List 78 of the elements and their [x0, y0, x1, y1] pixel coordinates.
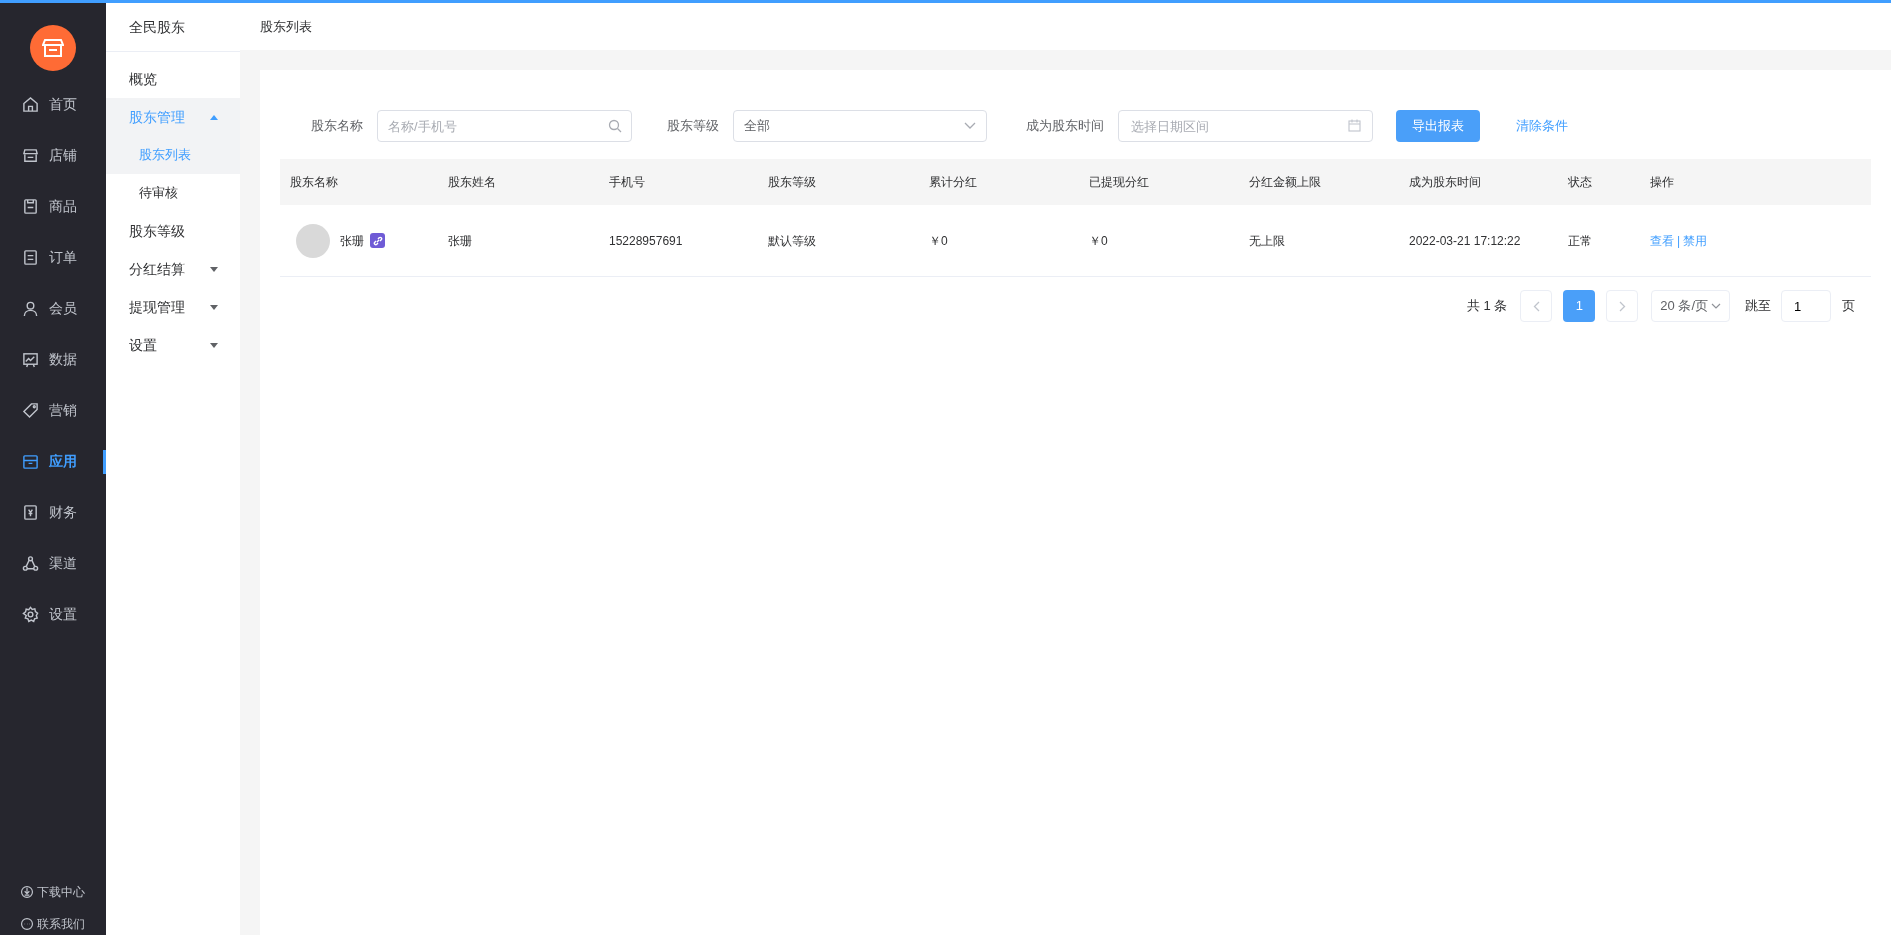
nav-item[interactable]: 商品 [0, 181, 106, 232]
table-cell-text: ￥0 [928, 232, 949, 250]
table-cell-text: 2022-03-21 17:12:22 [1408, 232, 1522, 250]
footer-link[interactable]: 下载中心 [0, 883, 106, 901]
jump-label: 跳至 [1745, 297, 1771, 316]
column-header: 操作 [1649, 174, 1675, 191]
column-header: 股东等级 [767, 174, 817, 191]
column-header: 股东姓名 [447, 174, 497, 191]
currency-icon [22, 504, 39, 521]
submenu-item[interactable]: 股东等级 [106, 212, 240, 250]
link-badge-icon [370, 233, 385, 248]
calendar-icon [1348, 119, 1361, 132]
column-header: 成为股东时间 [1408, 174, 1482, 191]
chevron-right-icon [1618, 300, 1626, 312]
chevron-down-icon [1711, 303, 1721, 309]
chevron-left-icon [1532, 300, 1540, 312]
chart-icon [22, 351, 39, 368]
shop-icon [22, 147, 39, 164]
table-cell-text: ￥0 [1088, 232, 1109, 250]
page-size-select[interactable]: 20 条/页 [1651, 290, 1730, 322]
caret-down-icon [210, 304, 218, 310]
caret-down-icon [210, 342, 218, 348]
chevron-down-icon [964, 122, 976, 130]
settings-icon [22, 606, 39, 623]
nav-item[interactable]: 营销 [0, 385, 106, 436]
previous-page-button[interactable] [1520, 290, 1553, 322]
next-page-button[interactable] [1606, 290, 1639, 322]
nav-item[interactable]: 应用 [0, 436, 106, 487]
member-name: 张珊 [340, 232, 364, 250]
page-unit: 页 [1842, 297, 1855, 316]
total-count: 共 1 条 [1466, 297, 1508, 316]
page-title: 股东列表 [260, 17, 312, 36]
column-header: 状态 [1567, 174, 1593, 191]
nav-item[interactable]: 首页 [0, 79, 106, 130]
nav-item[interactable]: 订单 [0, 232, 106, 283]
filter-label: 股东等级 [667, 117, 719, 136]
search-icon [608, 119, 622, 133]
nav-item[interactable]: 渠道 [0, 538, 106, 589]
avatar [296, 223, 330, 258]
user-icon [22, 300, 39, 317]
action-separator: | [1677, 232, 1681, 250]
column-header: 分红金额上限 [1248, 174, 1322, 191]
page-jump-field[interactable]: 1 [1781, 290, 1831, 322]
chat-icon [20, 917, 34, 931]
date-range-field[interactable]: 选择日期区间 [1118, 110, 1373, 142]
table-cell-text: 默认等级 [767, 232, 817, 250]
nav-item[interactable]: 设置 [0, 589, 106, 640]
box-icon [22, 453, 39, 470]
nav-item[interactable]: 会员 [0, 283, 106, 334]
filter-label: 成为股东时间 [1026, 117, 1104, 136]
submenu-item[interactable]: 提现管理 [106, 288, 240, 326]
nav-item[interactable]: 店铺 [0, 130, 106, 181]
tag-icon [22, 402, 39, 419]
column-header: 累计分红 [928, 174, 978, 191]
network-icon [22, 555, 39, 572]
column-header: 已提现分红 [1088, 174, 1150, 191]
column-header: 手机号 [608, 174, 646, 191]
document-icon [22, 249, 39, 266]
footer-link[interactable]: 联系我们 [0, 915, 106, 933]
table-cell-text: 无上限 [1248, 232, 1286, 250]
bag-icon [22, 198, 39, 215]
home-icon [22, 96, 39, 113]
caret-down-icon [210, 266, 218, 272]
caret-up-icon [210, 114, 218, 120]
table-cell-text: 15228957691 [608, 232, 684, 250]
submenu-item[interactable]: 概览 [106, 60, 240, 98]
nav-item[interactable]: 财务 [0, 487, 106, 538]
nav-item[interactable]: 数据 [0, 334, 106, 385]
search-field[interactable]: 名称/手机号 [377, 110, 632, 142]
table-cell-text: 正常 [1567, 232, 1593, 250]
column-header: 股东名称 [289, 174, 339, 191]
submenu-item[interactable]: 设置 [106, 326, 240, 364]
table-cell-text: 张珊 [447, 232, 473, 250]
logo-icon [30, 25, 76, 71]
filter-label: 股东名称 [311, 117, 363, 136]
submenu-item[interactable]: 分红结算 [106, 250, 240, 288]
level-select[interactable]: 全部 [733, 110, 987, 142]
download-icon [20, 885, 34, 899]
